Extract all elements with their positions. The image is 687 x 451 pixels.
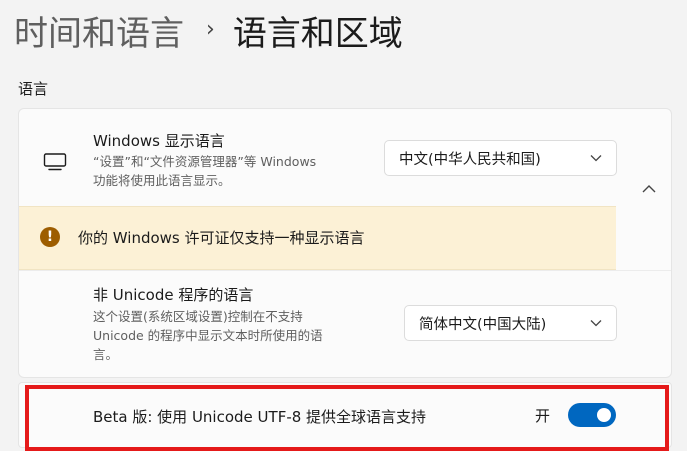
non-unicode-dropdown[interactable]: 简体中文(中国大陆): [404, 305, 617, 341]
beta-utf8-row: Beta 版: 使用 Unicode UTF-8 提供全球语言支持 开: [18, 382, 672, 448]
display-language-desc-line2: 功能将使用此语言显示。: [93, 173, 231, 188]
display-language-description: “设置”和“文件资源管理器”等 Windows 功能将使用此语言显示。: [93, 152, 316, 190]
page-title: 语言和区域: [232, 13, 403, 54]
display-language-dropdown[interactable]: 中文(中华人民共和国): [384, 140, 617, 176]
license-warning-bar: ! 你的 Windows 许可证仅支持一种显示语言: [19, 206, 616, 270]
non-unicode-selected: 简体中文(中国大陆): [419, 316, 547, 333]
non-unicode-desc-line3: 言。: [93, 347, 119, 362]
beta-utf8-toggle[interactable]: [568, 403, 616, 427]
chevron-down-icon: [590, 155, 602, 162]
breadcrumb: 时间和语言 › 语言和区域: [14, 4, 403, 56]
breadcrumb-separator: ›: [206, 16, 215, 42]
non-unicode-description: 这个设置(系统区域设置)控制在不支持 Unicode 的程序中显示文本时所使用的…: [93, 307, 323, 364]
breadcrumb-parent-link[interactable]: 时间和语言: [14, 6, 184, 55]
chevron-up-icon[interactable]: [641, 184, 657, 194]
language-settings-card: Windows 显示语言 “设置”和“文件资源管理器”等 Windows 功能将…: [18, 108, 672, 378]
toggle-knob: [597, 408, 611, 422]
display-language-selected: 中文(中华人民共和国): [399, 151, 541, 168]
beta-utf8-label: Beta 版: 使用 Unicode UTF-8 提供全球语言支持: [93, 408, 427, 426]
display-language-desc-line1: “设置”和“文件资源管理器”等 Windows: [93, 154, 317, 169]
display-language-row: Windows 显示语言 “设置”和“文件资源管理器”等 Windows 功能将…: [19, 109, 671, 206]
monitor-icon: [43, 153, 67, 171]
license-warning-text: 你的 Windows 许可证仅支持一种显示语言: [78, 229, 365, 247]
toggle-state-label: 开: [535, 407, 551, 425]
non-unicode-title: 非 Unicode 程序的语言: [93, 286, 254, 304]
non-unicode-desc-line2: Unicode 的程序中显示文本时所使用的语: [93, 328, 323, 343]
section-title-language: 语言: [18, 80, 49, 98]
chevron-down-icon: [590, 320, 602, 327]
display-language-title: Windows 显示语言: [93, 132, 225, 150]
non-unicode-desc-line1: 这个设置(系统区域设置)控制在不支持: [93, 309, 303, 324]
warning-icon: !: [40, 227, 60, 247]
non-unicode-language-row: 非 Unicode 程序的语言 这个设置(系统区域设置)控制在不支持 Unico…: [19, 270, 671, 377]
